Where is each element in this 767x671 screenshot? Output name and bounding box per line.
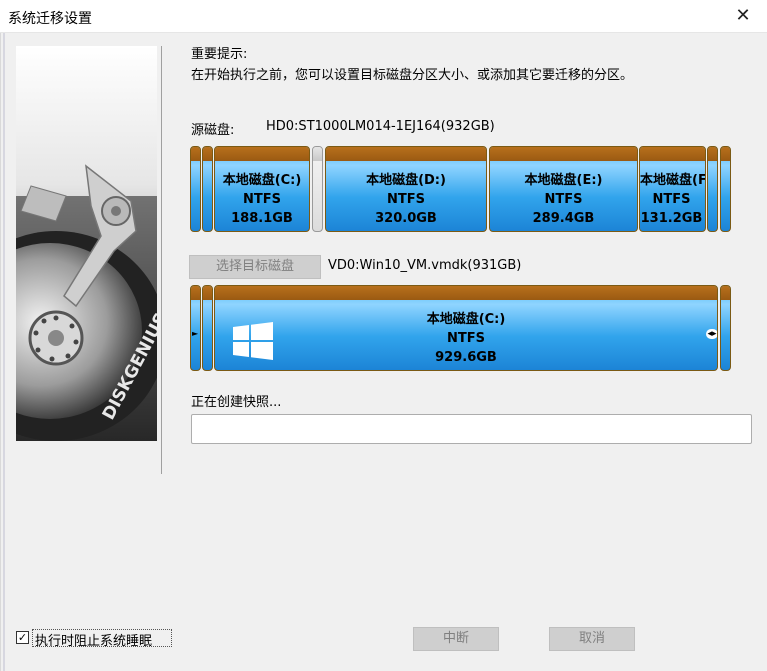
source-partition-tiny-4[interactable] (720, 146, 731, 232)
source-partition-tiny-1[interactable] (190, 146, 201, 232)
select-target-disk-button[interactable]: 选择目标磁盘 (189, 255, 321, 279)
dialog-body: DISKGENIUS 重要提示: 在开始执行之前，您可以设置目标磁盘分区大小、或… (0, 33, 767, 671)
status-text: 正在创建快照... (191, 395, 282, 410)
title-bar: 系统迁移设置 ✕ (0, 0, 767, 33)
prevent-sleep-label[interactable]: 执行时阻止系统睡眠 (35, 630, 152, 649)
prevent-sleep-checkbox[interactable]: ✓ (16, 631, 29, 644)
source-partition-f[interactable]: 本地磁盘(F NTFS 131.2GB (639, 146, 706, 232)
vertical-separator (161, 46, 162, 474)
source-partition-d[interactable]: 本地磁盘(D:) NTFS 320.0GB (325, 146, 487, 232)
diskgenius-banner: DISKGENIUS (16, 46, 157, 441)
source-disk-name: HD0:ST1000LM014-1EJ164(932GB) (266, 119, 495, 134)
source-partition-tiny-3[interactable] (707, 146, 718, 232)
target-partition-tiny-3[interactable] (720, 285, 731, 371)
source-unallocated-space[interactable] (312, 146, 323, 232)
source-partition-e[interactable]: 本地磁盘(E:) NTFS 289.4GB (489, 146, 638, 232)
target-disk-name: VD0:Win10_VM.vmdk(931GB) (328, 258, 522, 273)
source-disk-label: 源磁盘: (191, 123, 235, 138)
right-resize-handle-icon[interactable]: ◂▸ (706, 329, 717, 339)
target-partition-tiny-2[interactable] (202, 285, 213, 371)
notice-text: 在开始执行之前，您可以设置目标磁盘分区大小、或添加其它要迁移的分区。 (191, 68, 634, 83)
progress-bar (191, 414, 752, 444)
cancel-button[interactable]: 取消 (549, 627, 635, 651)
left-edge-decoration (3, 33, 5, 671)
source-partition-c[interactable]: 本地磁盘(C:) NTFS 188.1GB (214, 146, 310, 232)
target-partition-c[interactable]: 本地磁盘(C:) NTFS 929.6GB ◂▸ (214, 285, 718, 371)
window-title: 系统迁移设置 (8, 11, 92, 27)
left-resize-handle-icon[interactable]: ► (192, 329, 198, 338)
hard-disk-illustration: DISKGENIUS (16, 46, 157, 441)
notice-heading: 重要提示: (191, 47, 248, 62)
target-partition-tiny-1[interactable]: ► (190, 285, 201, 371)
abort-button[interactable]: 中断 (413, 627, 499, 651)
close-icon[interactable]: ✕ (731, 4, 755, 28)
source-partition-tiny-2[interactable] (202, 146, 213, 232)
